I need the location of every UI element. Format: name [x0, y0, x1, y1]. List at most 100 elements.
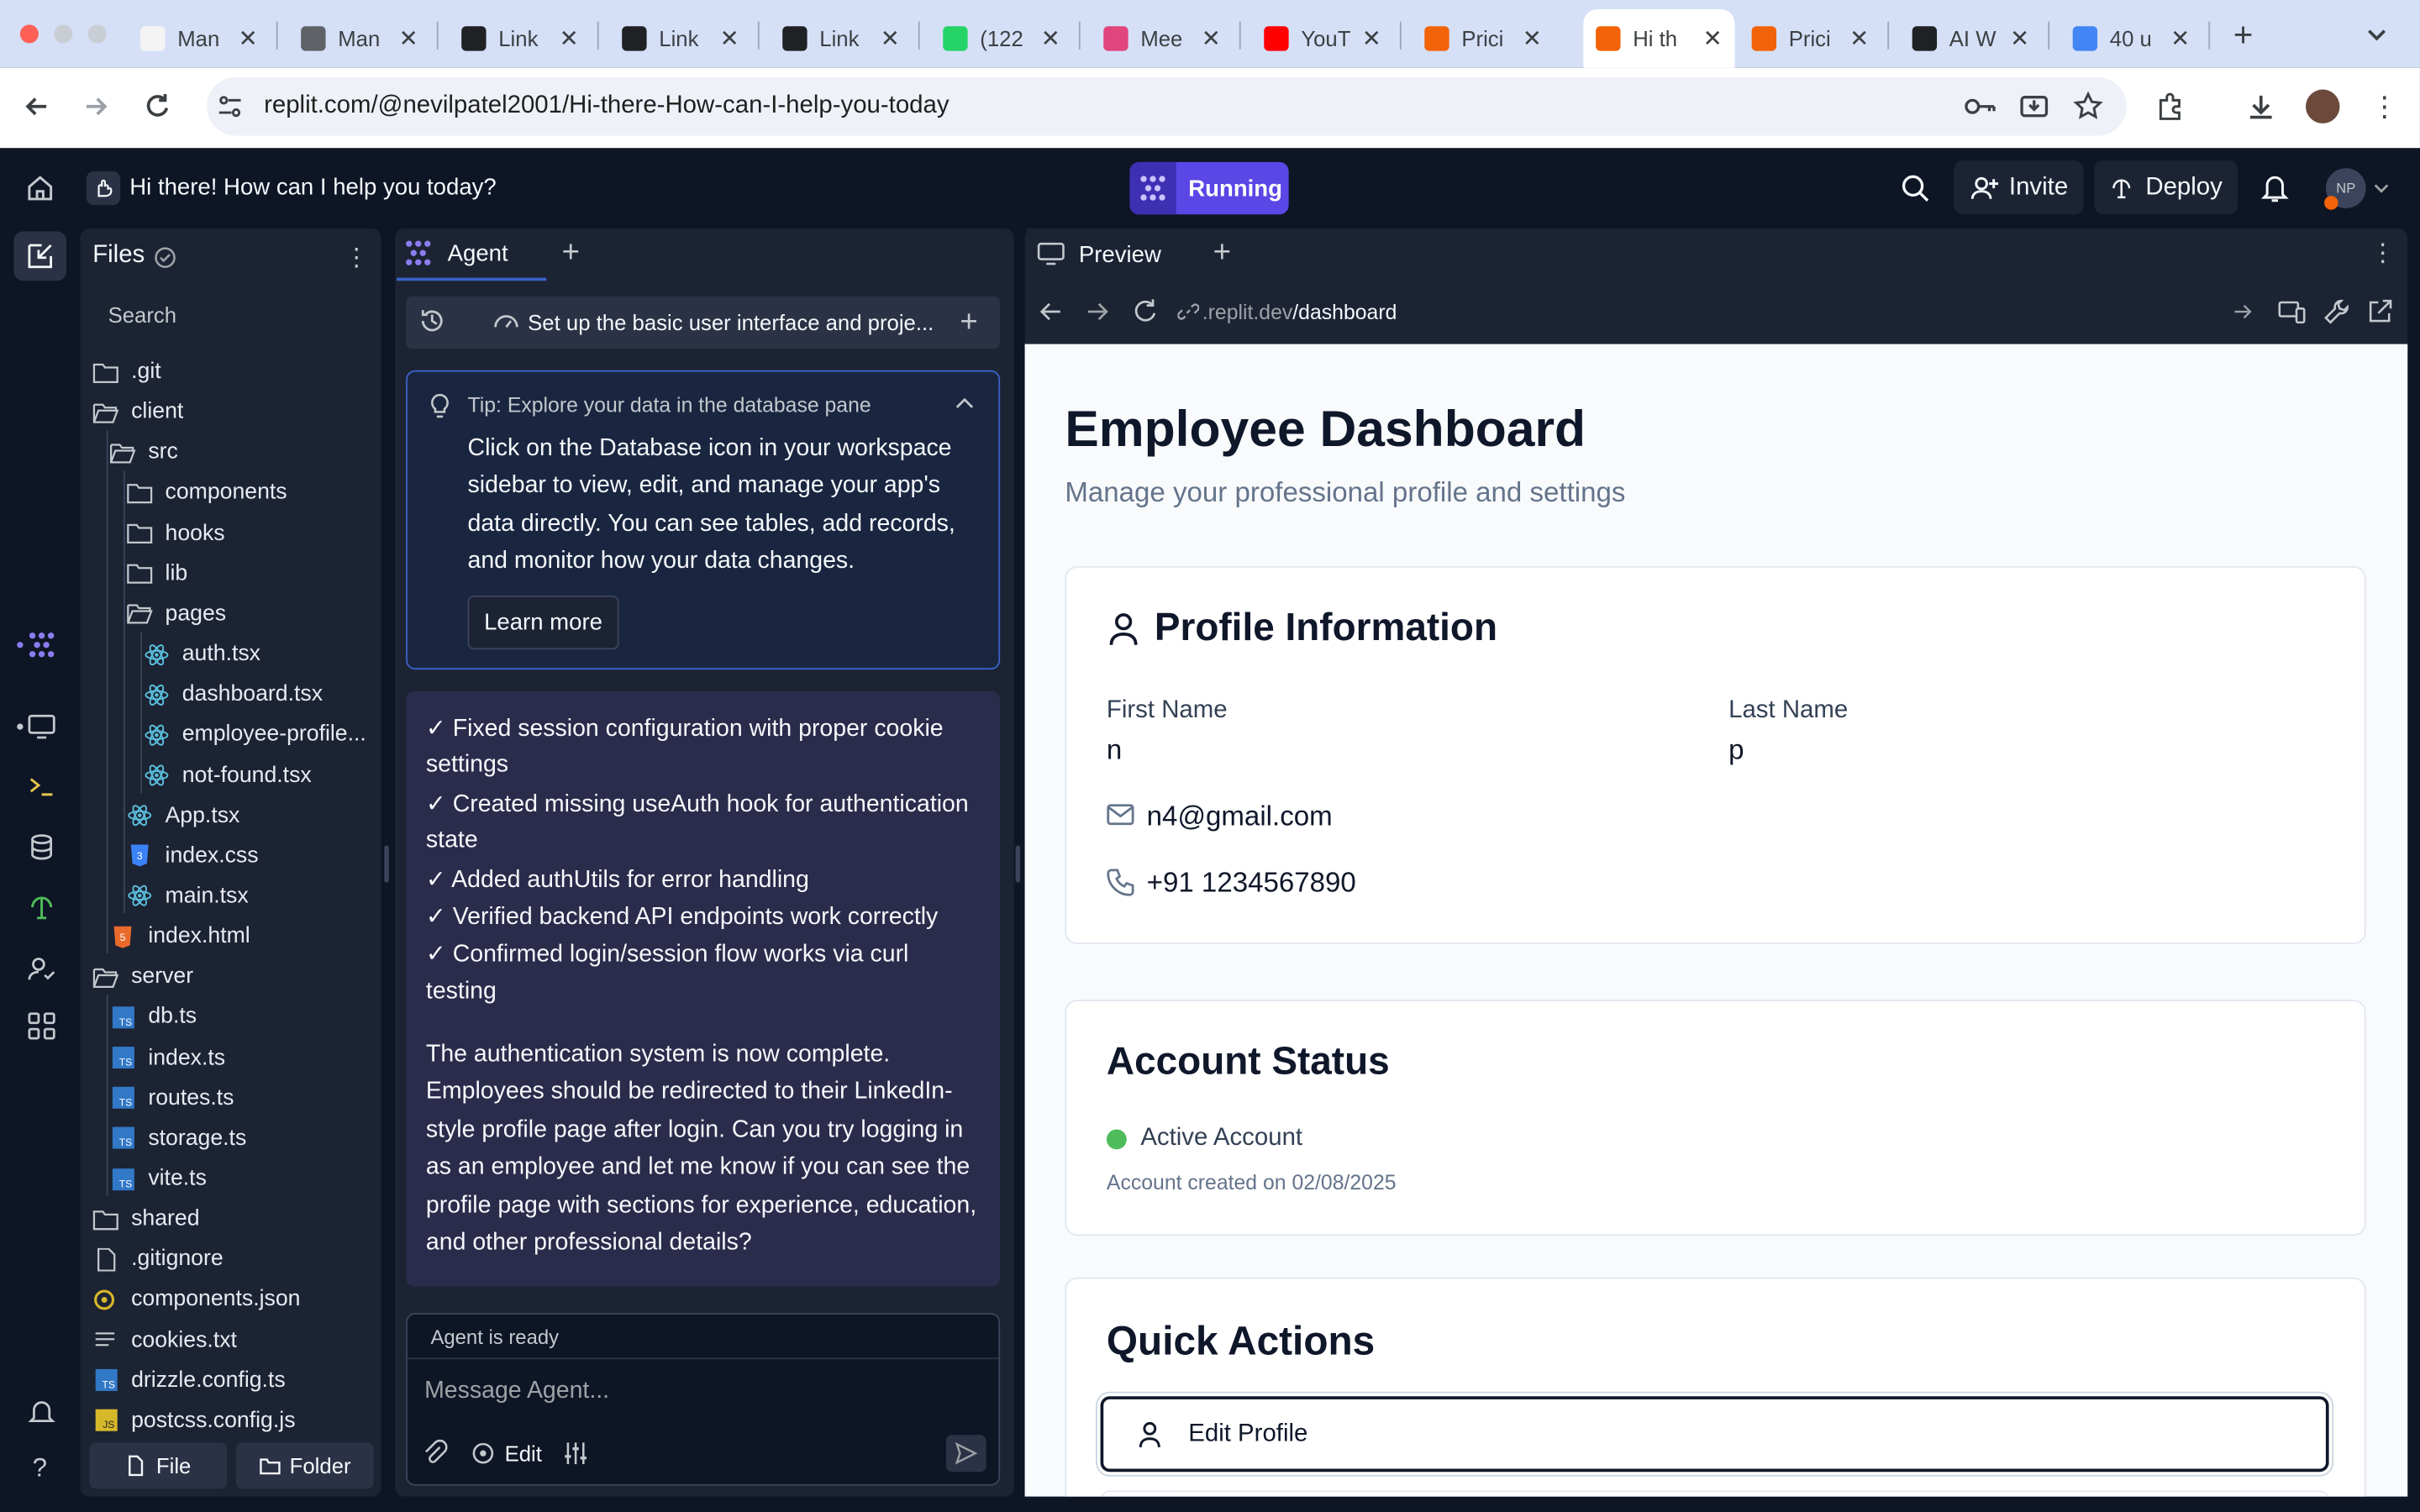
- edit-profile-button[interactable]: Edit Profile: [1100, 1396, 2329, 1473]
- files-search-input[interactable]: Search: [92, 290, 371, 339]
- tab-search-icon[interactable]: [2361, 18, 2392, 50]
- settings-sliders-icon[interactable]: [562, 1440, 590, 1467]
- preview-url-bar[interactable]: .replit.dev/dashboard: [1171, 292, 2265, 331]
- browser-tab[interactable]: Prici ✕: [1739, 9, 1881, 68]
- browser-tab[interactable]: 40 u ✕: [2060, 9, 2202, 68]
- install-app-icon[interactable]: [2018, 91, 2049, 122]
- file-tree-item[interactable]: .git: [92, 354, 161, 391]
- home-icon[interactable]: [26, 175, 54, 202]
- browser-tab[interactable]: Man ✕: [288, 9, 430, 68]
- go-arrow-icon[interactable]: [2232, 301, 2254, 323]
- file-tree-item[interactable]: server: [92, 958, 193, 995]
- new-file-button[interactable]: File: [89, 1442, 227, 1489]
- open-in-new-tab-icon[interactable]: [2366, 297, 2394, 325]
- browser-tab[interactable]: Mee ✕: [1092, 9, 1234, 68]
- deployments-rail-icon[interactable]: [26, 893, 57, 921]
- devtools-wrench-icon[interactable]: [2323, 297, 2350, 325]
- reload-icon[interactable]: [142, 91, 173, 122]
- browser-tab[interactable]: YouT ✕: [1252, 9, 1394, 68]
- database-rail-icon[interactable]: [26, 833, 57, 861]
- feedback-bell-icon[interactable]: [26, 1398, 57, 1425]
- devices-icon[interactable]: [2278, 297, 2306, 325]
- tab-close-icon[interactable]: ✕: [2010, 24, 2029, 52]
- file-tree-item[interactable]: src: [109, 434, 178, 471]
- preview-menu-icon[interactable]: ⋮: [2370, 238, 2395, 269]
- new-folder-button[interactable]: Folder: [236, 1442, 374, 1489]
- browser-tab[interactable]: Hi th ✕: [1583, 9, 1735, 68]
- close-window-button[interactable]: [19, 24, 39, 44]
- file-tree-item[interactable]: .gitignore: [92, 1241, 224, 1278]
- browser-tab[interactable]: (122 ✕: [931, 9, 1073, 68]
- new-preview-tab-icon[interactable]: +: [1213, 236, 1231, 271]
- tab-close-icon[interactable]: ✕: [1849, 24, 1869, 52]
- new-chat-icon[interactable]: +: [960, 306, 977, 341]
- preview-forward-icon[interactable]: [1083, 297, 1111, 325]
- browser-tab[interactable]: AI W ✕: [1900, 9, 2042, 68]
- forward-icon[interactable]: [81, 91, 112, 122]
- browser-tab[interactable]: Prici ✕: [1413, 9, 1555, 68]
- file-tree-item[interactable]: not-found.tsx: [144, 757, 312, 794]
- agent-rail-icon[interactable]: [26, 631, 57, 659]
- preview-reload-icon[interactable]: [1131, 297, 1159, 325]
- browser-profile-avatar[interactable]: [2306, 89, 2340, 123]
- tab-close-icon[interactable]: ✕: [1362, 24, 1381, 52]
- file-tree-item[interactable]: cookies.txt: [92, 1321, 237, 1358]
- file-tree-toggle-icon[interactable]: [13, 231, 66, 281]
- file-tree-item[interactable]: App.tsx: [127, 797, 239, 834]
- send-message-button[interactable]: [945, 1435, 986, 1473]
- tab-close-icon[interactable]: ✕: [1041, 24, 1060, 52]
- file-tree-item[interactable]: TS db.ts: [109, 999, 197, 1036]
- file-tree-item[interactable]: client: [92, 394, 183, 431]
- preview-back-icon[interactable]: [1037, 297, 1065, 325]
- panel-resize-handle[interactable]: [1015, 845, 1021, 883]
- tab-close-icon[interactable]: ✕: [560, 24, 579, 52]
- downloads-icon[interactable]: [2245, 91, 2276, 122]
- agent-message-input[interactable]: Message Agent...: [424, 1378, 609, 1405]
- browser-tab[interactable]: Man ✕: [128, 9, 270, 68]
- panel-resize-handle[interactable]: [384, 845, 389, 883]
- history-icon[interactable]: [418, 307, 446, 335]
- site-info-icon[interactable]: [216, 92, 244, 120]
- tab-agent[interactable]: Agent: [397, 228, 547, 281]
- all-tools-grid-icon[interactable]: [26, 1012, 57, 1040]
- file-tree-item[interactable]: components: [127, 475, 287, 512]
- deploy-button[interactable]: Deploy: [2094, 160, 2238, 215]
- shell-rail-icon[interactable]: [26, 773, 57, 801]
- learn-more-button[interactable]: Learn more: [467, 595, 619, 650]
- tab-close-icon[interactable]: ✕: [1202, 24, 1221, 52]
- run-status-button[interactable]: Running: [1129, 161, 1289, 215]
- tab-close-icon[interactable]: ✕: [2170, 24, 2190, 52]
- browser-tab[interactable]: Link ✕: [449, 9, 591, 68]
- address-url[interactable]: replit.com/@nevilpatel2001/Hi-there-How-…: [264, 92, 949, 120]
- invite-button[interactable]: Invite: [1954, 160, 2084, 215]
- tab-close-icon[interactable]: ✕: [399, 24, 418, 52]
- file-tree-item[interactable]: main.tsx: [127, 878, 249, 915]
- file-tree-item[interactable]: TS routes.ts: [109, 1079, 234, 1116]
- tab-close-icon[interactable]: ✕: [1703, 24, 1723, 52]
- webview-rail-icon[interactable]: [26, 713, 57, 741]
- browser-menu-icon[interactable]: ⋮: [2370, 90, 2398, 123]
- file-tree-item[interactable]: hooks: [127, 515, 225, 552]
- task-title[interactable]: Set up the basic user interface and proj…: [528, 310, 934, 334]
- file-tree-item[interactable]: TS drizzle.config.ts: [92, 1362, 286, 1399]
- tab-close-icon[interactable]: ✕: [1523, 24, 1542, 52]
- tab-close-icon[interactable]: ✕: [720, 24, 739, 52]
- file-tree-item[interactable]: JS postcss.config.js: [92, 1402, 296, 1439]
- project-icon[interactable]: [86, 171, 121, 206]
- file-tree-item[interactable]: auth.tsx: [144, 636, 260, 673]
- file-tree-item[interactable]: dashboard.tsx: [144, 676, 323, 713]
- account-chevron-down-icon[interactable]: [2372, 179, 2391, 197]
- project-title[interactable]: Hi there! How can I help you today?: [129, 175, 496, 201]
- maximize-window-button[interactable]: [87, 24, 107, 44]
- help-icon[interactable]: ?: [33, 1453, 47, 1484]
- next-action-button[interactable]: [1100, 1490, 2329, 1497]
- new-agent-tab-icon[interactable]: +: [562, 236, 580, 271]
- browser-tab[interactable]: Link ✕: [771, 9, 913, 68]
- notifications-bell-icon[interactable]: [2260, 173, 2289, 204]
- file-tree-item[interactable]: pages: [127, 596, 226, 633]
- browser-tab[interactable]: Link ✕: [609, 9, 751, 68]
- tab-preview[interactable]: Preview: [1026, 228, 1195, 281]
- back-icon[interactable]: [22, 91, 53, 122]
- attach-paperclip-icon[interactable]: [421, 1439, 449, 1467]
- file-tree-item[interactable]: shared: [92, 1200, 200, 1237]
